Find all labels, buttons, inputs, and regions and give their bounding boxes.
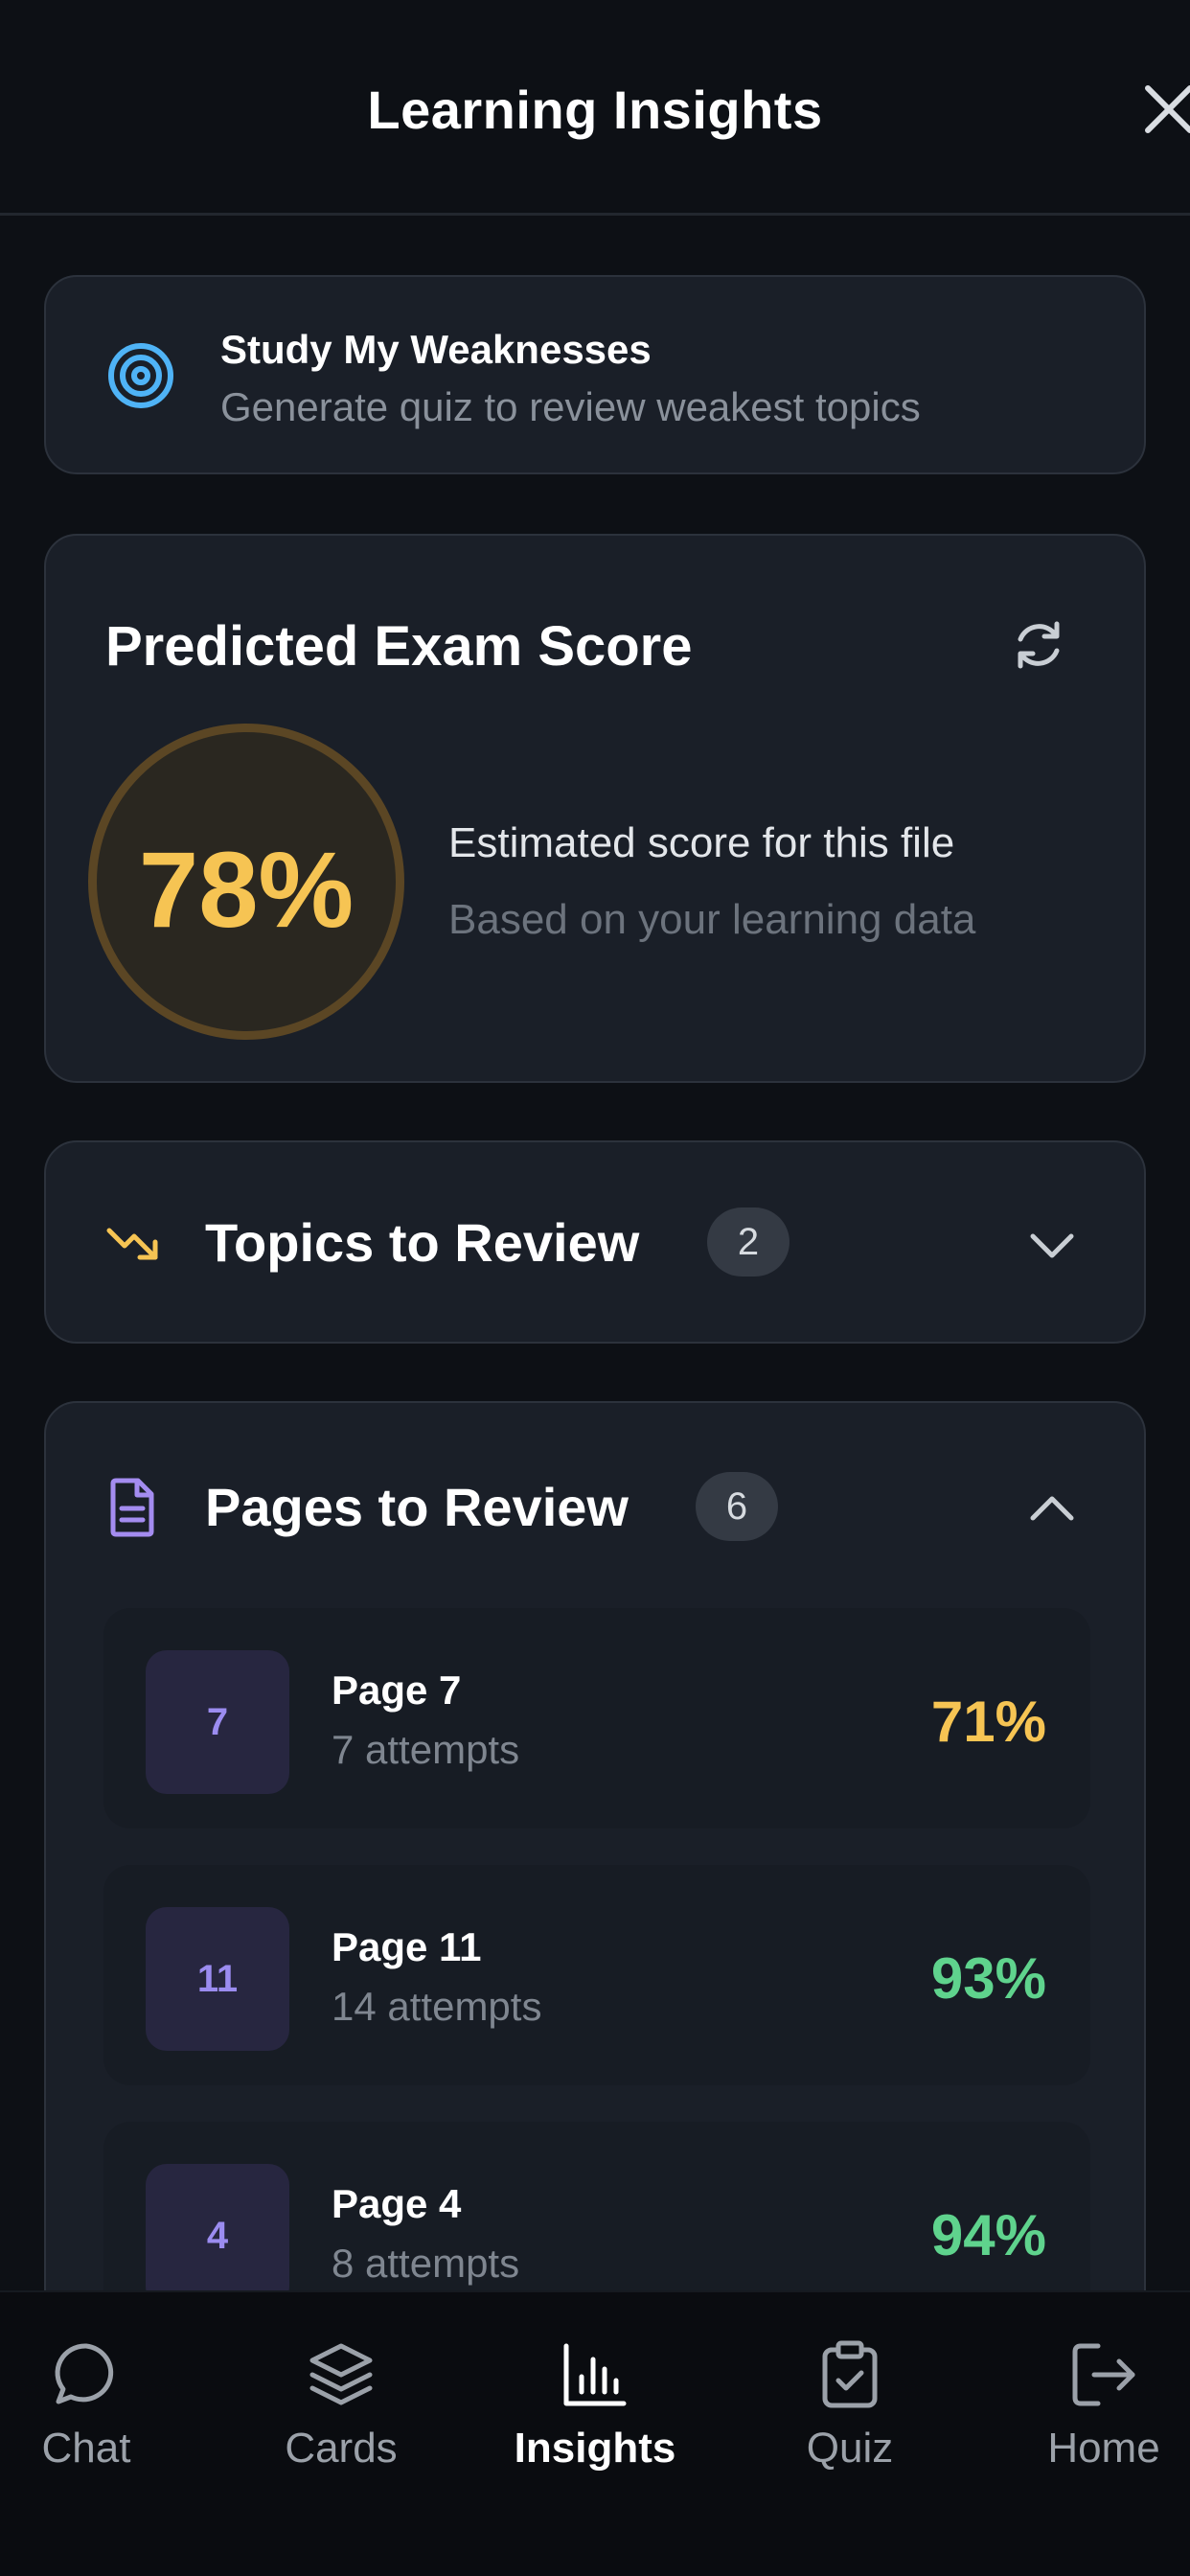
nav-insights[interactable]: Insights	[499, 2292, 691, 2576]
header: Learning Insights	[0, 0, 1190, 216]
score-basis: Based on your learning data	[448, 896, 976, 943]
target-icon	[108, 343, 173, 408]
close-button[interactable]	[1140, 80, 1190, 138]
study-weaknesses-subtitle: Generate quiz to review weakest topics	[220, 384, 921, 429]
predicted-score-title: Predicted Exam Score	[105, 615, 693, 678]
chevron-up-icon[interactable]	[1025, 1485, 1079, 1533]
page-attempts: 7 attempts	[332, 1727, 520, 1772]
nav-cards[interactable]: Cards	[245, 2292, 437, 2576]
page-name: Page 4	[332, 2181, 462, 2226]
page-attempts: 14 attempts	[332, 1984, 542, 2029]
nav-label: Quiz	[806, 2425, 894, 2472]
study-weaknesses-title: Study My Weaknesses	[220, 327, 652, 372]
page-score: 71%	[930, 1690, 1046, 1754]
layers-icon	[309, 2343, 373, 2405]
nav-label: Home	[1047, 2425, 1160, 2472]
score-description: Estimated score for this file	[448, 819, 955, 866]
page-score: 93%	[930, 1946, 1046, 2011]
nav-label: Cards	[285, 2425, 398, 2472]
page-number-tile: 4	[146, 2164, 289, 2308]
study-weaknesses-button[interactable]: Study My Weaknesses Generate quiz to rev…	[44, 275, 1146, 474]
page-title: Learning Insights	[367, 80, 823, 140]
predicted-score-card: Predicted Exam Score 78% Estimated score…	[44, 534, 1146, 1083]
bottom-nav: Chat Cards Insights Quiz Home	[0, 2290, 1190, 2576]
chevron-down-icon[interactable]	[1025, 1221, 1079, 1269]
nav-chat[interactable]: Chat	[0, 2292, 182, 2576]
log-out-icon	[1072, 2343, 1135, 2406]
page-attempts: 8 attempts	[332, 2241, 520, 2286]
page-score: 94%	[930, 2203, 1046, 2267]
chat-bubble-icon	[55, 2343, 114, 2404]
learning-insights-screen: Learning Insights Study My Weaknesses Ge…	[0, 0, 1190, 2576]
pages-title: Pages to Review	[205, 1477, 629, 1537]
nav-quiz[interactable]: Quiz	[754, 2292, 946, 2576]
page-review-row[interactable]: 11 Page 11 14 attempts 93%	[103, 1865, 1090, 2085]
topics-count-badge: 2	[707, 1208, 790, 1276]
bar-chart-icon	[563, 2343, 627, 2406]
nav-label: Chat	[41, 2425, 131, 2472]
page-review-row[interactable]: 7 Page 7 7 attempts 71%	[103, 1608, 1090, 1828]
clipboard-check-icon	[822, 2340, 878, 2408]
page-name: Page 7	[332, 1668, 462, 1713]
nav-label: Insights	[514, 2425, 676, 2472]
score-value: 78%	[138, 830, 355, 950]
page-number-tile: 11	[146, 1907, 289, 2051]
document-icon	[110, 1478, 154, 1537]
page-name: Page 11	[332, 1924, 482, 1969]
refresh-icon[interactable]	[1008, 614, 1069, 676]
topics-to-review-section[interactable]: Topics to Review 2	[44, 1140, 1146, 1344]
topics-title: Topics to Review	[205, 1212, 640, 1273]
page-number-tile: 7	[146, 1650, 289, 1794]
pages-count-badge: 6	[696, 1472, 778, 1541]
close-icon	[1145, 85, 1190, 133]
trending-down-icon	[106, 1228, 158, 1260]
nav-home[interactable]: Home	[1008, 2292, 1190, 2576]
score-ring: 78%	[88, 724, 404, 1040]
